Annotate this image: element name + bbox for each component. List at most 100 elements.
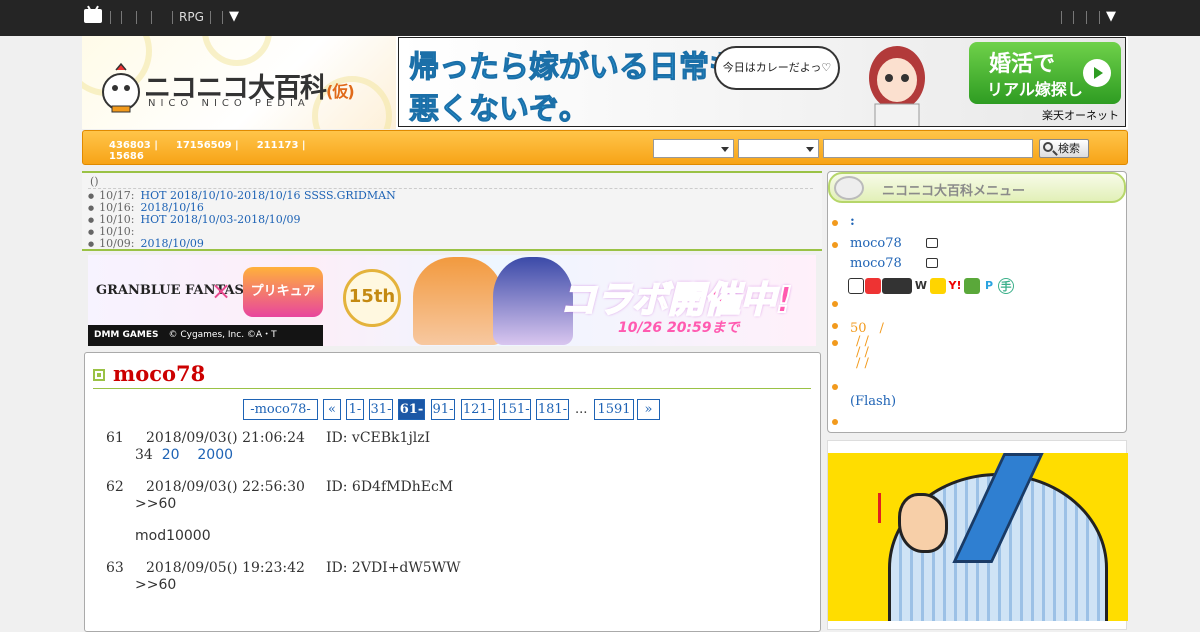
post-datetime: 2018/09/03() 22:56:30 bbox=[146, 479, 305, 495]
goo-icon[interactable] bbox=[964, 277, 980, 294]
news-heading: () bbox=[90, 175, 99, 188]
sidebar-item-label[interactable]: moco78 bbox=[850, 236, 902, 251]
header-ad-banner[interactable]: 帰ったら嫁がいる日常も 悪くないぞ。 今日はカレーだよっ♡ 婚活で リアル嫁探し… bbox=[398, 37, 1126, 127]
collab-ad-banner[interactable]: GRANBLUE FANTASY × プリキュア 15th コラボ開催中! 10… bbox=[88, 255, 816, 346]
pager-article-link[interactable]: -moco78- bbox=[243, 399, 318, 420]
post-link[interactable]: mod10000 bbox=[135, 528, 211, 544]
sidebar-item[interactable]: moco78 bbox=[832, 236, 938, 251]
ncode-icon[interactable] bbox=[882, 277, 912, 294]
ad-cta-button[interactable]: 婚活で リアル嫁探し bbox=[969, 42, 1121, 104]
logo-kari-text: (仮) bbox=[326, 82, 355, 101]
pager-page[interactable]: 121- bbox=[461, 399, 494, 420]
bullet-icon bbox=[832, 242, 838, 248]
news-item: 10/09: 2018/10/09 bbox=[88, 238, 396, 250]
sidebar-item-label[interactable]: moco78 bbox=[850, 256, 902, 271]
post-link[interactable]: 20 bbox=[162, 447, 180, 463]
collab-cross: × bbox=[211, 277, 232, 305]
search-button[interactable]: 検索 bbox=[1039, 139, 1089, 158]
search-icon bbox=[1043, 142, 1053, 152]
mascot-icon bbox=[102, 62, 140, 113]
sidebar-menu-title: ニコニコ大百科メニュー bbox=[882, 184, 1026, 199]
tegaki-icon[interactable]: 手 bbox=[998, 277, 1014, 294]
stat-words: 17156509 | bbox=[175, 140, 239, 151]
ad-illustration-lines bbox=[878, 493, 898, 523]
ad-cta-line2: リアル嫁探し bbox=[987, 80, 1083, 99]
news-link[interactable]: HOT 2018/10/03-2018/10/09 bbox=[141, 213, 301, 226]
ad-headline-1: 帰ったら嫁がいる日常も bbox=[409, 50, 740, 86]
share-icons-row: W Y! P 手 bbox=[848, 275, 1015, 294]
dmm-games-logo: DMM GAMES bbox=[94, 330, 159, 340]
pager-page[interactable]: 1- bbox=[346, 399, 364, 420]
logo-subtitle: NICO NICO PEDIA bbox=[148, 98, 310, 109]
pager-last-page[interactable]: 1591 bbox=[594, 399, 634, 420]
bullet-icon bbox=[832, 323, 838, 329]
post-id: ID: vCEBk1jlzI bbox=[326, 430, 431, 446]
post-link[interactable]: 2000 bbox=[197, 447, 233, 463]
sidebar-item[interactable]: moco78 bbox=[832, 256, 938, 271]
sidebar-ad-image bbox=[828, 453, 1128, 621]
nav-rpg-link[interactable]: RPG bbox=[179, 10, 204, 24]
collab-deadline: 10/26 20:59まで bbox=[618, 320, 740, 336]
pixiv-icon[interactable]: P bbox=[981, 278, 997, 294]
site-logo[interactable]: ニコニコ大百科(仮) NICO NICO PEDIA bbox=[82, 36, 396, 129]
news-list: 10/17:HOT 2018/10/10-2018/10/16 SSSS.GRI… bbox=[88, 190, 396, 250]
play-icon bbox=[1083, 59, 1111, 87]
pager-next[interactable]: » bbox=[637, 399, 660, 420]
sidebar-item-label[interactable]: / / bbox=[856, 356, 869, 371]
sidebar-item[interactable]: (Flash) bbox=[832, 394, 896, 409]
collab-copyright: © Cygames, Inc. ©A・T bbox=[168, 330, 277, 340]
wikipedia-icon[interactable]: W bbox=[913, 278, 929, 294]
collab-catchphrase: コラボ開催中! bbox=[559, 279, 793, 322]
post-number: 61 bbox=[106, 430, 124, 446]
nico-icon[interactable] bbox=[848, 277, 864, 294]
post-reply-anchor[interactable]: >>60 bbox=[135, 496, 176, 512]
ad-sponsor-name: 楽天オーネット bbox=[1042, 109, 1119, 122]
pager-current-page[interactable]: 61- bbox=[398, 399, 425, 420]
ad-illustration-hand bbox=[898, 493, 948, 553]
collab-footer: DMM GAMES © Cygames, Inc. ©A・T bbox=[88, 325, 323, 346]
sidebar-menu-header: ニコニコ大百科メニュー bbox=[828, 172, 1126, 203]
sidebar-item-label[interactable]: (Flash) bbox=[850, 394, 896, 409]
nav-separator bbox=[1061, 11, 1062, 24]
nav-separator bbox=[121, 11, 122, 24]
nav-separator bbox=[210, 11, 211, 24]
stat-articles: 436803 | bbox=[109, 140, 158, 151]
nav-more-dropdown[interactable]: ▼ bbox=[229, 9, 239, 24]
post-text: 34 bbox=[135, 447, 153, 463]
pager-page[interactable]: 181- bbox=[536, 399, 569, 420]
logo-decor-circle bbox=[202, 36, 272, 66]
yahoo-icon[interactable]: Y! bbox=[947, 278, 963, 294]
global-nav-bar: RPG ▼ ▼ bbox=[0, 0, 1200, 36]
niconico-tv-icon[interactable] bbox=[84, 9, 102, 23]
pager-prev[interactable]: « bbox=[323, 399, 341, 420]
user-menu-dropdown[interactable]: ▼ bbox=[1106, 9, 1116, 24]
ad-speech-bubble: 今日はカレーだよっ♡ bbox=[714, 46, 840, 90]
post-number: 63 bbox=[106, 560, 124, 576]
search-type-select[interactable] bbox=[738, 139, 819, 158]
hatena-icon[interactable] bbox=[865, 277, 881, 294]
bullet-icon bbox=[832, 384, 838, 390]
pager-page[interactable]: 151- bbox=[499, 399, 531, 420]
post-datetime: 2018/09/05() 19:23:42 bbox=[146, 560, 305, 576]
google-icon[interactable] bbox=[930, 277, 946, 294]
title-divider bbox=[93, 388, 811, 389]
sidebar-ad[interactable] bbox=[827, 440, 1128, 630]
post-reply-anchor[interactable]: >>60 bbox=[135, 577, 176, 593]
nav-separator bbox=[172, 11, 173, 24]
sidebar-menu: ニコニコ大百科メニュー : moco78 moco78 50 / / / / /… bbox=[827, 171, 1127, 433]
post-id: ID: 6D4fMDhEcM bbox=[326, 479, 454, 495]
pager-page[interactable]: 31- bbox=[369, 399, 393, 420]
news-link[interactable]: 2018/10/09 bbox=[141, 237, 204, 250]
post-id: ID: 2VDI+dW5WW bbox=[326, 560, 461, 576]
search-input[interactable] bbox=[823, 139, 1033, 158]
sidebar-item-label[interactable]: : bbox=[850, 214, 855, 229]
search-category-select[interactable] bbox=[653, 139, 734, 158]
nav-separator bbox=[136, 11, 137, 24]
search-button-label: 検索 bbox=[1058, 142, 1080, 155]
site-stats: 436803 | 17156509 | 211173 | 15686 bbox=[109, 140, 324, 162]
nav-separator bbox=[1099, 11, 1100, 24]
sidebar-item[interactable]: / / bbox=[832, 356, 869, 371]
news-date: 10/09: bbox=[99, 237, 135, 250]
sidebar-item[interactable]: : bbox=[832, 214, 855, 229]
pager-page[interactable]: 91- bbox=[431, 399, 455, 420]
